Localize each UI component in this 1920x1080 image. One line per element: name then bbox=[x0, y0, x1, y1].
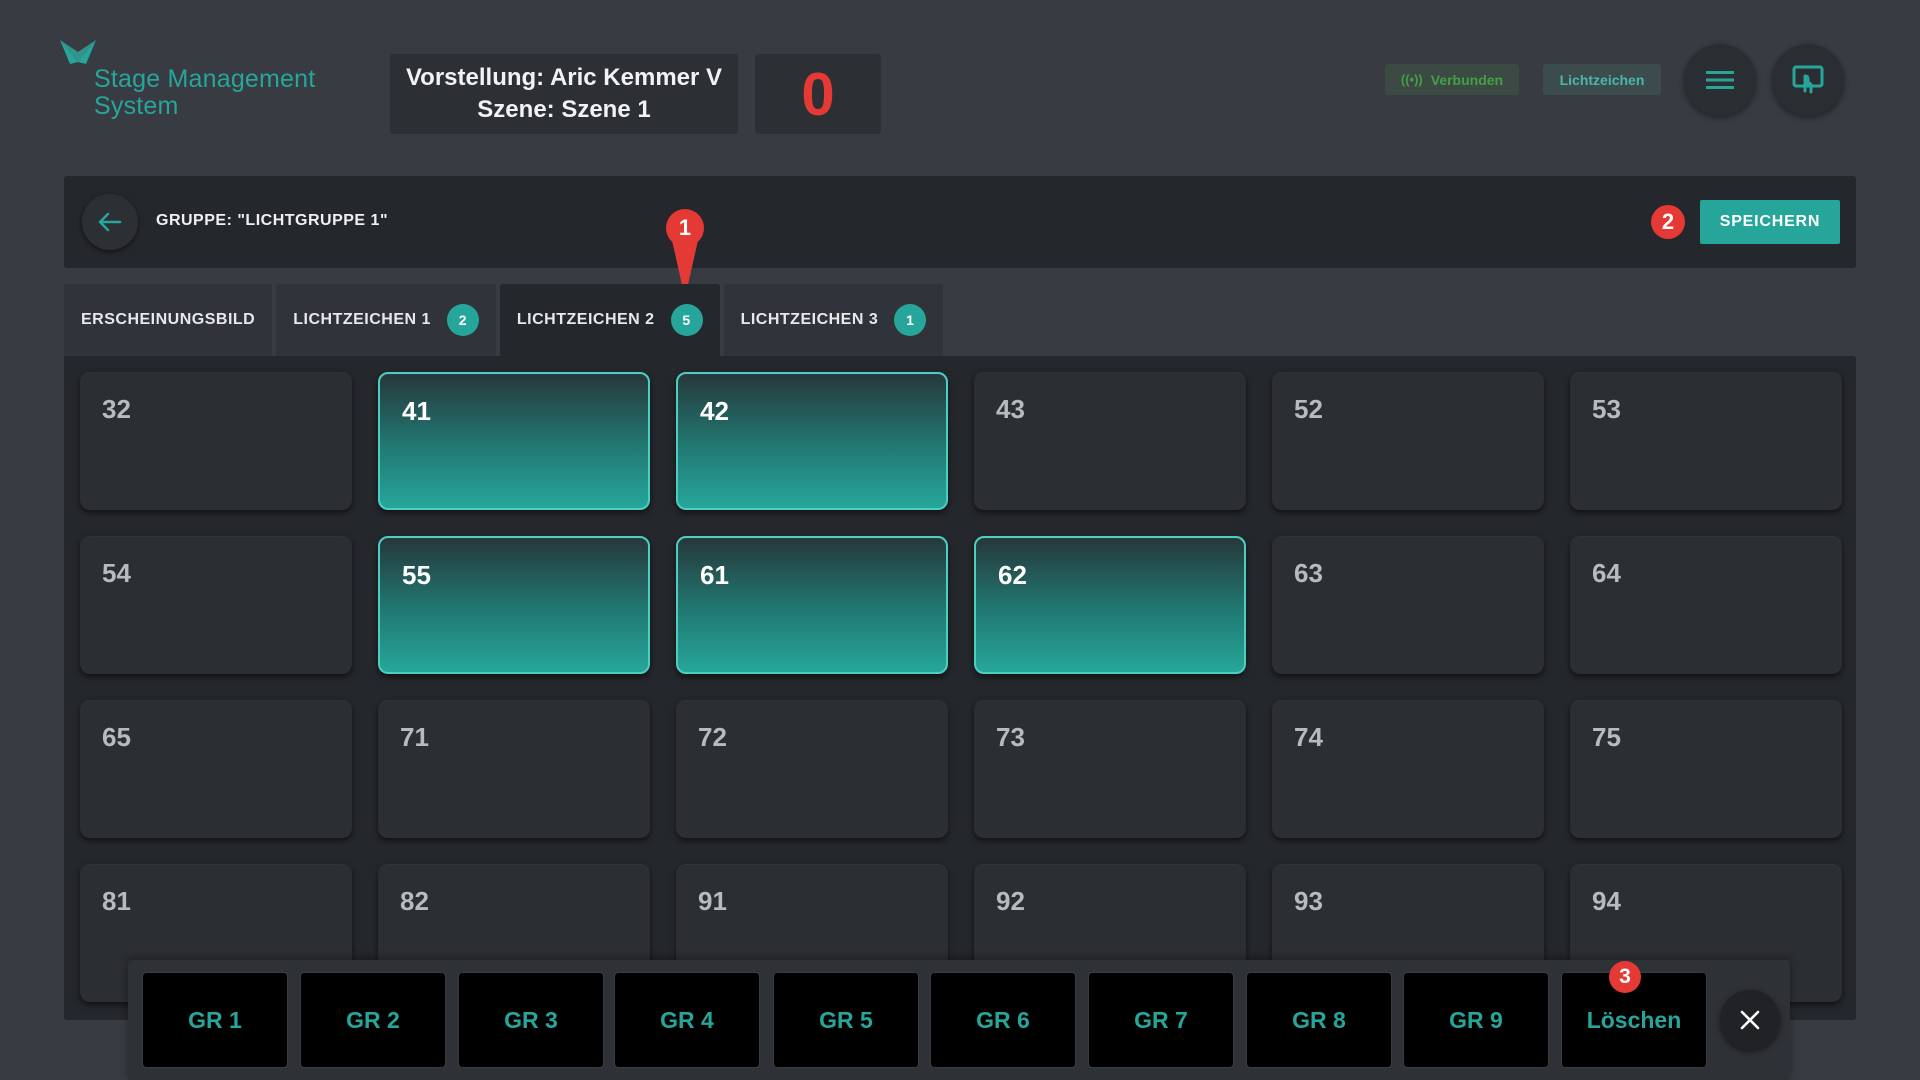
group-title: GRUPPE: "LICHTGRUPPE 1" bbox=[156, 212, 389, 229]
cue-number: 74 bbox=[1294, 722, 1323, 752]
cue-number: 81 bbox=[102, 886, 131, 916]
cue-number: 82 bbox=[400, 886, 429, 916]
group-button-8[interactable]: GR 8 bbox=[1246, 972, 1392, 1068]
connection-status-label: Verbunden bbox=[1430, 71, 1504, 88]
cue-tile[interactable]: 52 bbox=[1272, 372, 1544, 510]
tab-label: ERSCHEINUNGSBILD bbox=[81, 311, 256, 328]
cue-number: 54 bbox=[102, 558, 131, 588]
connection-status-badge: ((•)) Verbunden bbox=[1385, 64, 1519, 95]
cue-number: 32 bbox=[102, 394, 131, 424]
tab-label: LICHTZEICHEN 3 bbox=[740, 311, 879, 328]
tab-erscheinungsbild[interactable]: ERSCHEINUNGSBILD bbox=[64, 284, 273, 356]
cue-number: 73 bbox=[996, 722, 1025, 752]
logo-line1: Stage Management bbox=[94, 65, 316, 93]
cue-tile[interactable]: 74 bbox=[1272, 700, 1544, 838]
tab-count-badge: 2 bbox=[446, 304, 479, 336]
cue-tile[interactable]: 72 bbox=[676, 700, 948, 838]
cue-number: 43 bbox=[996, 394, 1025, 424]
cue-tile[interactable]: 73 bbox=[974, 700, 1246, 838]
arrow-left-icon bbox=[98, 212, 122, 232]
tab-label: LICHTZEICHEN 1 bbox=[293, 311, 431, 328]
cue-tile[interactable]: 41 bbox=[378, 372, 650, 510]
cue-number: 42 bbox=[700, 396, 729, 426]
cue-tile[interactable]: 53 bbox=[1570, 372, 1842, 510]
cue-number: 55 bbox=[402, 560, 431, 590]
annotation-marker-1: 1 bbox=[666, 209, 704, 247]
annotation-marker-2: 2 bbox=[1651, 205, 1685, 239]
cue-tile[interactable]: 43 bbox=[974, 372, 1246, 510]
tab-lichtzeichen-3[interactable]: LICHTZEICHEN 3 1 bbox=[723, 284, 944, 356]
logo-line2: System bbox=[94, 92, 179, 120]
group-button-2[interactable]: GR 2 bbox=[300, 972, 446, 1068]
logo-icon bbox=[60, 40, 96, 64]
cue-number: 62 bbox=[998, 560, 1027, 590]
cue-number: 92 bbox=[996, 886, 1025, 916]
cue-number: 53 bbox=[1592, 394, 1621, 424]
group-header-bar: GRUPPE: "LICHTGRUPPE 1" SPEICHERN bbox=[64, 176, 1856, 268]
back-button[interactable] bbox=[82, 194, 138, 250]
performance-info: Vorstellung: Aric Kemmer V Szene: Szene … bbox=[390, 54, 738, 134]
cue-number: 52 bbox=[1294, 394, 1323, 424]
cue-tile[interactable]: 71 bbox=[378, 700, 650, 838]
cue-tile[interactable]: 65 bbox=[80, 700, 352, 838]
cue-counter: 0 bbox=[755, 54, 881, 134]
cue-number: 91 bbox=[698, 886, 727, 916]
hamburger-menu-icon bbox=[1706, 71, 1734, 89]
tab-lichtzeichen-1[interactable]: LICHTZEICHEN 1 2 bbox=[276, 284, 496, 356]
group-button-5[interactable]: GR 5 bbox=[773, 972, 919, 1068]
tab-count-badge: 1 bbox=[894, 304, 927, 336]
cue-tabs: ERSCHEINUNGSBILD LICHTZEICHEN 1 2 LICHTZ… bbox=[64, 284, 947, 356]
cue-tile[interactable]: 61 bbox=[676, 536, 948, 674]
touch-screen-button[interactable] bbox=[1772, 44, 1844, 116]
tab-lichtzeichen-2[interactable]: LICHTZEICHEN 2 5 bbox=[499, 284, 720, 356]
tab-label: LICHTZEICHEN 2 bbox=[516, 311, 655, 328]
group-button-7[interactable]: GR 7 bbox=[1088, 972, 1234, 1068]
group-button-6[interactable]: GR 6 bbox=[930, 972, 1076, 1068]
scene-label: Szene: Szene 1 bbox=[477, 96, 651, 123]
tab-count-badge: 5 bbox=[670, 304, 703, 336]
cue-number: 75 bbox=[1592, 722, 1621, 752]
mode-badge: Lichtzeichen bbox=[1543, 64, 1661, 95]
annotation-marker-3: 3 bbox=[1609, 961, 1641, 993]
cue-tile[interactable]: 63 bbox=[1272, 536, 1544, 674]
logo-text: Stage Management System bbox=[94, 66, 315, 120]
group-button-4[interactable]: GR 4 bbox=[614, 972, 760, 1068]
cue-number: 93 bbox=[1294, 886, 1323, 916]
app-logo: Stage Management System bbox=[58, 38, 348, 124]
group-button-1[interactable]: GR 1 bbox=[142, 972, 288, 1068]
group-button-9[interactable]: GR 9 bbox=[1403, 972, 1549, 1068]
close-toolbar-button[interactable] bbox=[1720, 990, 1780, 1050]
signal-icon: ((•)) bbox=[1400, 72, 1423, 87]
group-toolbar: GR 1 GR 2 GR 3 GR 4 GR 5 GR 6 GR 7 GR 8 … bbox=[128, 960, 1790, 1080]
group-button-3[interactable]: GR 3 bbox=[458, 972, 604, 1068]
close-icon bbox=[1740, 1010, 1760, 1030]
cue-tile[interactable]: 55 bbox=[378, 536, 650, 674]
cue-number: 63 bbox=[1294, 558, 1323, 588]
cue-tile[interactable]: 32 bbox=[80, 372, 352, 510]
cue-grid-panel: 32 41 42 43 52 53 54 55 61 62 63 64 65 71 72 73 74 75 81 82… bbox=[64, 356, 1856, 1020]
cue-number: 65 bbox=[102, 722, 131, 752]
cue-tile[interactable]: 54 bbox=[80, 536, 352, 674]
cue-number: 41 bbox=[402, 396, 431, 426]
cue-tile[interactable]: 64 bbox=[1570, 536, 1842, 674]
cue-number: 64 bbox=[1592, 558, 1621, 588]
cue-number: 61 bbox=[700, 560, 729, 590]
cue-grid: 32 41 42 43 52 53 54 55 61 62 63 64 65 71 72 73 74 75 81 82… bbox=[80, 372, 1842, 1002]
touch-screen-icon bbox=[1792, 65, 1824, 94]
cue-number: 71 bbox=[400, 722, 429, 752]
cue-tile[interactable]: 75 bbox=[1570, 700, 1842, 838]
cue-tile[interactable]: 42 bbox=[676, 372, 948, 510]
cue-tile[interactable]: 62 bbox=[974, 536, 1246, 674]
save-button[interactable]: SPEICHERN bbox=[1700, 200, 1840, 244]
performance-label: Vorstellung: Aric Kemmer V bbox=[405, 64, 723, 91]
menu-button[interactable] bbox=[1684, 44, 1756, 116]
cue-number: 94 bbox=[1592, 886, 1621, 916]
cue-number: 72 bbox=[698, 722, 727, 752]
